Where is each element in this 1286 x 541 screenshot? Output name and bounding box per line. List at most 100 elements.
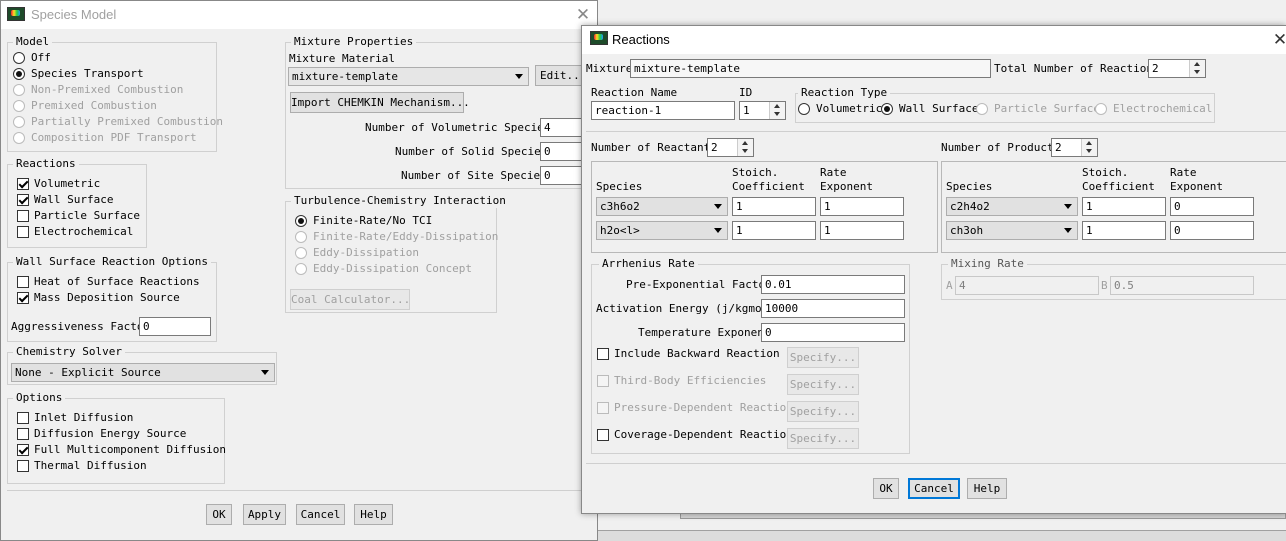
mixture-label: Mixture <box>586 62 633 75</box>
checkbox-mass-deposition[interactable] <box>17 292 29 304</box>
coverage-dependent-specify-button[interactable]: Specify... <box>787 428 859 449</box>
chevron-down-icon <box>515 74 523 79</box>
radio-type-wall-surface[interactable] <box>881 103 893 115</box>
species-model-titlebar[interactable]: Species Model ✕ <box>1 1 597 29</box>
checkbox-pressure-dependent[interactable] <box>597 402 609 414</box>
help-button[interactable]: Help <box>354 504 393 525</box>
spinner-arrows-icon[interactable] <box>769 102 785 119</box>
reaction-id-label: ID <box>739 86 753 99</box>
product-species-select-2[interactable]: ch3oh <box>946 221 1078 240</box>
third-body-specify-button[interactable]: Specify... <box>787 374 859 395</box>
checkbox-third-body[interactable] <box>597 375 609 387</box>
import-chemkin-button[interactable]: Import CHEMKIN Mechanism... <box>290 92 470 113</box>
coal-calculator-button[interactable]: Coal Calculator... <box>290 289 410 310</box>
radio-type-electrochemical[interactable] <box>1095 103 1107 115</box>
reactant-rate-input-2[interactable]: 1 <box>820 221 904 240</box>
temperature-exponent-input[interactable]: 0 <box>761 323 905 342</box>
checkbox-third-body-label: Third-Body Efficiencies <box>614 374 767 387</box>
radio-type-volumetric[interactable] <box>798 103 810 115</box>
checkbox-full-multicomponent[interactable] <box>17 444 29 456</box>
model-caption: Model <box>13 35 53 49</box>
checkbox-backward-reaction[interactable] <box>597 348 609 360</box>
checkbox-electrochemical[interactable] <box>17 226 29 238</box>
background-window-edge-bottom <box>598 530 1286 541</box>
checkbox-thermal-diffusion[interactable] <box>17 460 29 472</box>
reactant-stoich-input-1[interactable]: 1 <box>732 197 816 216</box>
checkbox-pressure-dependent-label: Pressure-Dependent Reaction <box>614 401 793 414</box>
chevron-down-icon <box>1064 228 1072 233</box>
aggressiveness-factor-input[interactable]: 0 <box>139 317 211 336</box>
reactant-species-value: h2o<l> <box>600 224 640 237</box>
checkbox-diffusion-energy-source[interactable] <box>17 428 29 440</box>
mixture-material-select[interactable]: mixture-template <box>288 67 529 86</box>
checkbox-heat-surface-reactions[interactable] <box>17 276 29 288</box>
radio-eddy-dissipation[interactable] <box>295 247 307 259</box>
reactant-rate-input-1[interactable]: 1 <box>820 197 904 216</box>
radio-type-particle-surface[interactable] <box>976 103 988 115</box>
radio-eddy-dissipation-concept[interactable] <box>295 263 307 275</box>
reactants-count-spinner[interactable]: 2 <box>707 138 754 157</box>
pre-exponential-label: Pre-Exponential Factor <box>626 278 772 291</box>
radio-composition-pdf[interactable] <box>13 132 25 144</box>
mixture-input[interactable]: mixture-template <box>630 59 991 78</box>
product-stoich-input-1[interactable]: 1 <box>1082 197 1166 216</box>
product-species-select-1[interactable]: c2h4o2 <box>946 197 1078 216</box>
checkbox-wall-surface-label: Wall Surface <box>34 193 114 206</box>
checkbox-coverage-dependent[interactable] <box>597 429 609 441</box>
radio-off[interactable] <box>13 52 25 64</box>
chevron-down-icon <box>714 204 722 209</box>
pressure-dependent-specify-button[interactable]: Specify... <box>787 401 859 422</box>
products-count-spinner[interactable]: 2 <box>1051 138 1098 157</box>
reactions-titlebar[interactable]: Reactions ✕ <box>582 26 1286 54</box>
spinner-arrows-icon[interactable] <box>1189 60 1205 77</box>
product-rate-input-2[interactable]: 0 <box>1170 221 1254 240</box>
total-reactions-spinner[interactable]: 2 <box>1148 59 1206 78</box>
reactant-species-select-1[interactable]: c3h6o2 <box>596 197 728 216</box>
checkbox-wall-surface[interactable] <box>17 194 29 206</box>
activation-energy-input[interactable]: 10000 <box>761 299 905 318</box>
reactant-stoich-input-2[interactable]: 1 <box>732 221 816 240</box>
reactions-ok-button[interactable]: OK <box>873 478 899 499</box>
checkbox-backward-reaction-label: Include Backward Reaction <box>614 347 780 360</box>
product-rate-input-1[interactable]: 0 <box>1170 197 1254 216</box>
options-caption: Options <box>13 391 66 405</box>
radio-species-transport[interactable] <box>13 68 25 80</box>
radio-type-volumetric-label: Volumetric <box>816 102 883 115</box>
checkbox-particle-surface[interactable] <box>17 210 29 222</box>
pre-exponential-input[interactable]: 0.01 <box>761 275 905 294</box>
wall-surface-options-caption: Wall Surface Reaction Options <box>13 255 212 269</box>
ok-button[interactable]: OK <box>206 504 232 525</box>
reactant-species-select-2[interactable]: h2o<l> <box>596 221 728 240</box>
spinner-arrows-icon[interactable] <box>1081 139 1097 156</box>
volumetric-species-label: Number of Volumetric Species <box>365 121 551 134</box>
close-icon[interactable]: ✕ <box>1270 30 1286 50</box>
radio-finite-rate-no-tci[interactable] <box>295 215 307 227</box>
checkbox-volumetric[interactable] <box>17 178 29 190</box>
turbulence-chemistry-caption: Turbulence-Chemistry Interaction <box>291 194 509 208</box>
close-icon[interactable]: ✕ <box>573 5 593 25</box>
reactions-help-button[interactable]: Help <box>967 478 1007 499</box>
backward-reaction-specify-button[interactable]: Specify... <box>787 347 859 368</box>
cancel-button[interactable]: Cancel <box>296 504 345 525</box>
radio-finite-rate-eddy[interactable] <box>295 231 307 243</box>
reaction-id-spinner[interactable]: 1 <box>739 101 786 120</box>
reactions-cancel-button[interactable]: Cancel <box>908 478 960 499</box>
reactions-footer-divider <box>586 463 1286 464</box>
mixing-a-input[interactable]: 4 <box>955 276 1099 295</box>
reactants-rate-header-1: Rate <box>820 166 847 179</box>
chemistry-solver-select[interactable]: None - Explicit Source <box>11 363 275 382</box>
product-stoich-input-2[interactable]: 1 <box>1082 221 1166 240</box>
chemistry-solver-value: None - Explicit Source <box>15 366 161 379</box>
mixing-b-input[interactable]: 0.5 <box>1110 276 1254 295</box>
radio-premixed[interactable] <box>13 100 25 112</box>
products-stoich-header-1: Stoich. <box>1082 166 1129 179</box>
radio-non-premixed-label: Non-Premixed Combustion <box>31 83 184 96</box>
radio-partially-premixed[interactable] <box>13 116 25 128</box>
spinner-arrows-icon[interactable] <box>737 139 753 156</box>
radio-non-premixed[interactable] <box>13 84 25 96</box>
apply-button[interactable]: Apply <box>243 504 286 525</box>
checkbox-inlet-diffusion[interactable] <box>17 412 29 424</box>
reaction-name-input[interactable]: reaction-1 <box>591 101 735 120</box>
checkbox-heat-surface-reactions-label: Heat of Surface Reactions <box>34 275 200 288</box>
radio-off-label: Off <box>31 51 51 64</box>
